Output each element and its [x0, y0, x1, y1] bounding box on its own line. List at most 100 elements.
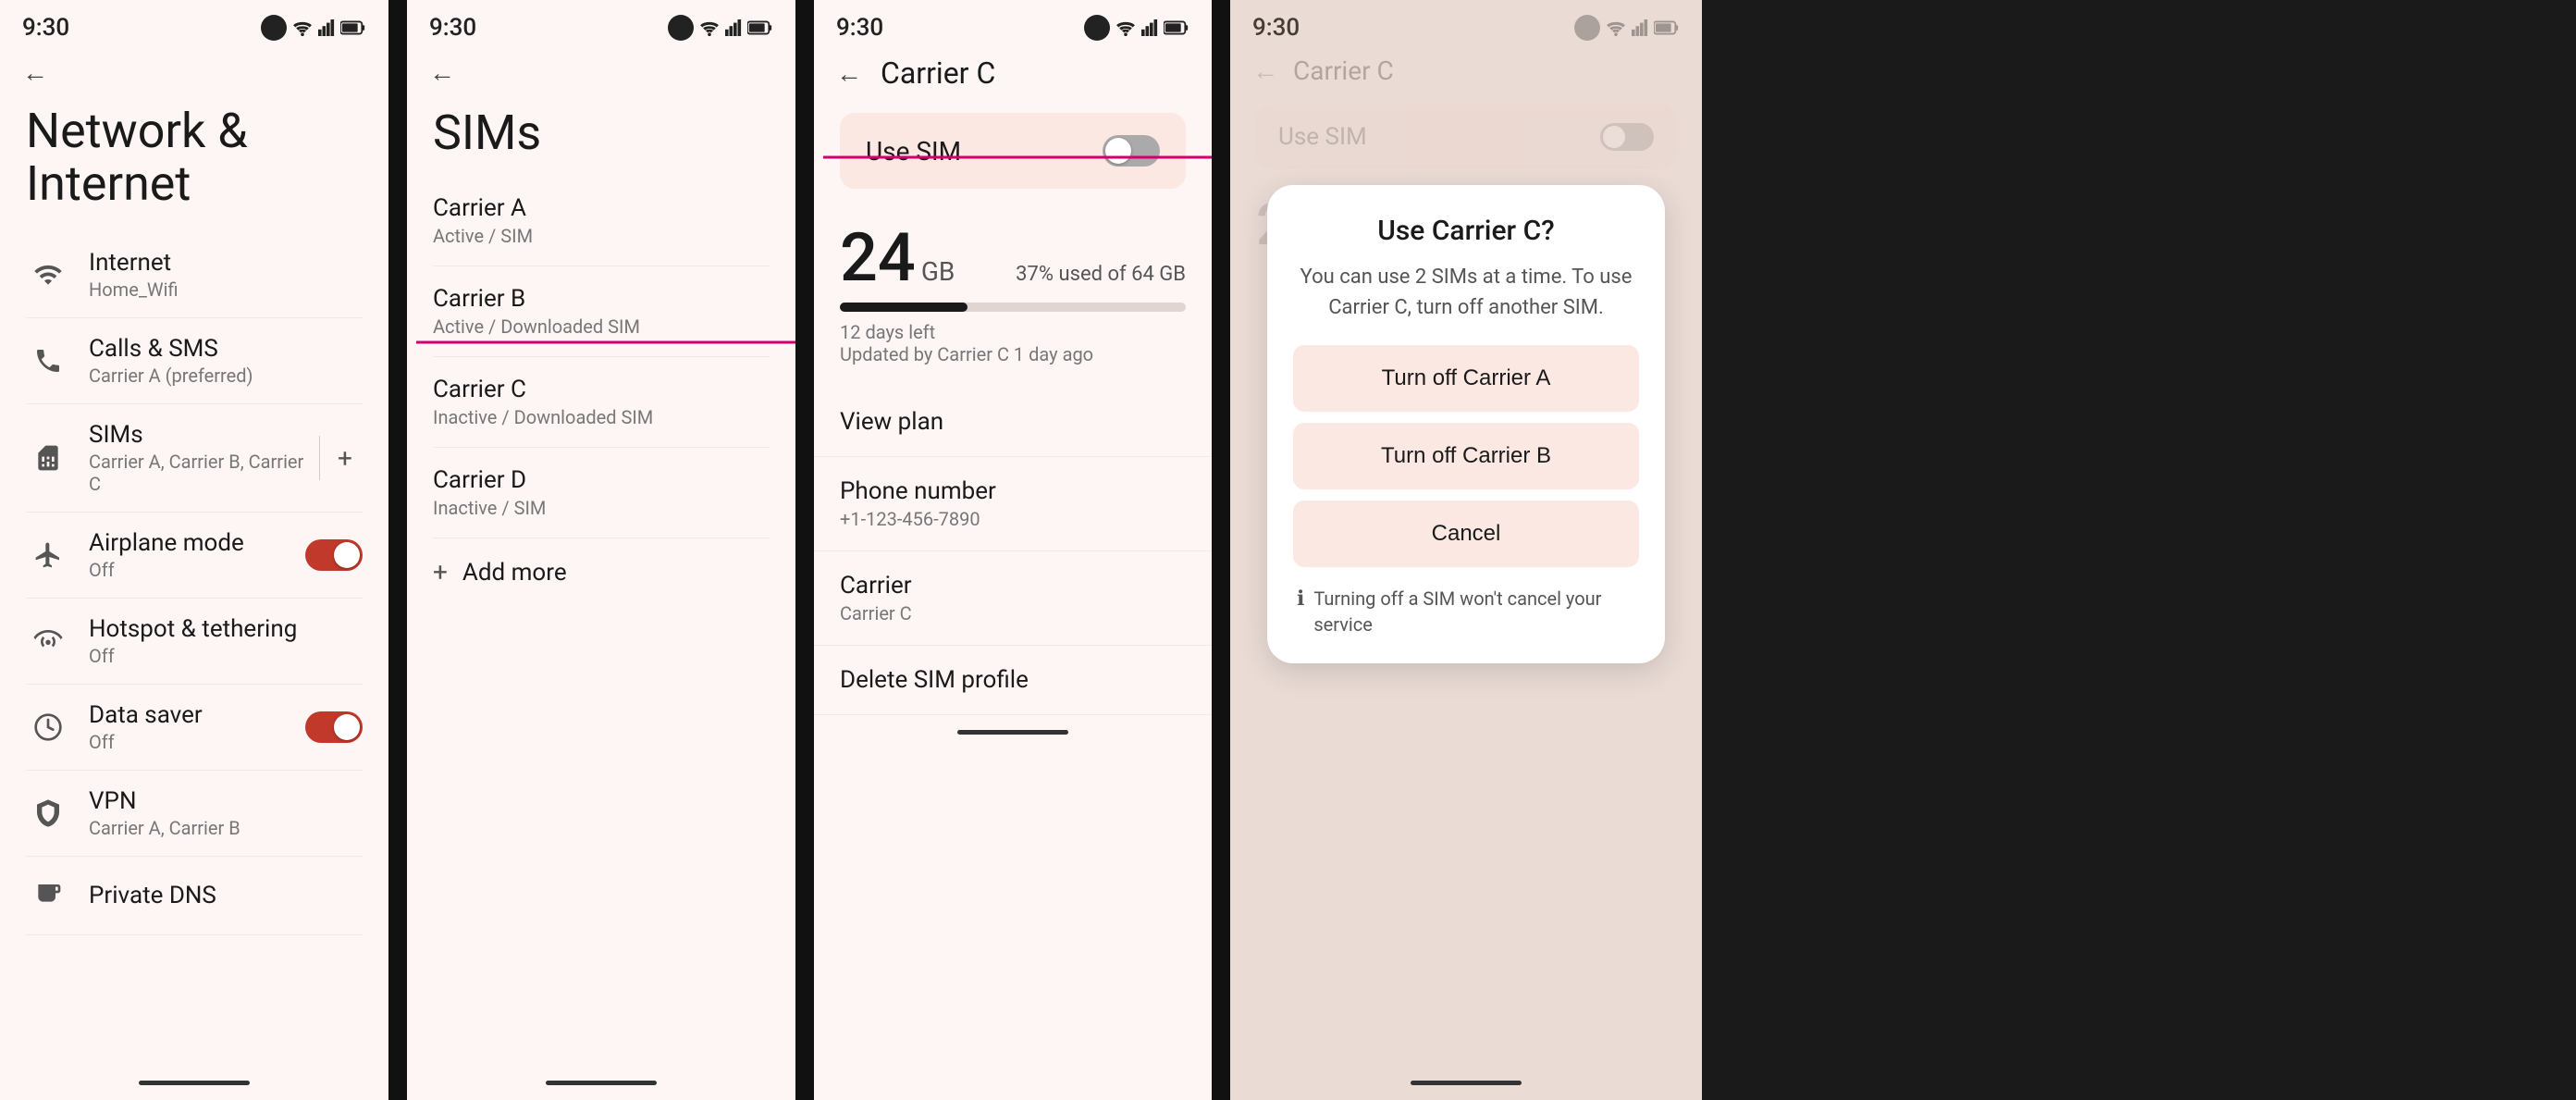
camera-dot-1	[261, 15, 287, 41]
status-icons-2	[668, 15, 773, 41]
carrier-c-header: ← Carrier C	[814, 48, 1212, 98]
settings-item-airplane[interactable]: Airplane mode Off	[26, 513, 363, 599]
back-button-2[interactable]: ←	[407, 48, 795, 97]
airplane-subtitle: Off	[89, 559, 305, 581]
vpn-text: VPN Carrier A, Carrier B	[89, 787, 363, 839]
data-saver-title: Data saver	[89, 701, 305, 729]
calls-sms-subtitle: Carrier A (preferred)	[89, 365, 363, 387]
data-section: 24 GB 37% used of 64 GB 12 days left Upd…	[814, 204, 1212, 380]
settings-item-private-dns[interactable]: Private DNS	[26, 857, 363, 935]
dialog-footer-text: Turning off a SIM won't cancel your serv…	[1313, 586, 1635, 637]
bottom-bar-3	[814, 715, 1212, 749]
home-indicator-2	[546, 1081, 657, 1085]
data-bar-fill	[840, 303, 968, 312]
battery-status-icon	[340, 20, 366, 35]
status-bar-1: 9:30	[0, 0, 388, 48]
data-saver-toggle-knob	[334, 714, 360, 740]
phone-number-value: +1-123-456-7890	[840, 508, 1186, 530]
use-sim-toggle[interactable]	[1103, 135, 1160, 167]
battery-status-icon-3	[1164, 20, 1189, 35]
carrier-b-name: Carrier B	[433, 285, 770, 313]
data-bar-background	[840, 303, 1186, 312]
vpn-icon	[26, 791, 70, 835]
data-saver-icon	[26, 705, 70, 749]
separator-2	[795, 0, 814, 1100]
carrier-c-status: Inactive / Downloaded SIM	[433, 406, 770, 428]
sims-title: SIMs	[433, 105, 770, 161]
back-button-1[interactable]: ←	[0, 48, 388, 97]
wifi-status-icon-2	[699, 19, 720, 36]
carrier-d-status: Inactive / SIM	[433, 497, 770, 519]
wifi-status-icon-3	[1115, 19, 1136, 36]
carrier-item[interactable]: Carrier Carrier C	[814, 551, 1212, 646]
camera-dot-3	[1084, 15, 1110, 41]
vpn-title: VPN	[89, 787, 363, 815]
dialog-title: Use Carrier C?	[1293, 215, 1639, 247]
carrier-label: Carrier	[840, 572, 1186, 599]
add-sim-button[interactable]: +	[327, 440, 363, 476]
carrier-c-item[interactable]: Carrier C Inactive / Downloaded SIM	[433, 357, 770, 448]
add-more-icon: +	[433, 557, 448, 587]
settings-item-vpn[interactable]: VPN Carrier A, Carrier B	[26, 771, 363, 857]
home-indicator-1	[139, 1081, 250, 1085]
battery-status-icon-2	[747, 20, 773, 35]
data-saver-text: Data saver Off	[89, 701, 305, 753]
status-icons-3	[1084, 15, 1189, 41]
status-icons-1	[261, 15, 366, 41]
back-arrow-icon-2: ←	[429, 57, 455, 88]
carrier-c-name: Carrier C	[433, 376, 770, 403]
calls-sms-title: Calls & SMS	[89, 335, 363, 363]
data-amount: 24 GB 37% used of 64 GB	[840, 218, 1186, 297]
separator-1	[388, 0, 407, 1100]
updated-by: Updated by Carrier C 1 day ago	[840, 343, 1186, 365]
turn-off-carrier-b-button[interactable]: Turn off Carrier B	[1293, 423, 1639, 489]
carrier-a-name: Carrier A	[433, 194, 770, 222]
settings-item-sims[interactable]: SIMs Carrier A, Carrier B, Carrier C +	[26, 404, 363, 513]
signal-status-icon-2	[725, 19, 742, 36]
internet-title: Internet	[89, 249, 363, 277]
wifi-icon	[26, 253, 70, 297]
status-bar-2: 9:30	[407, 0, 795, 48]
add-more-item[interactable]: + Add more	[433, 538, 770, 606]
delete-sim-label: Delete SIM profile	[840, 666, 1186, 694]
back-arrow-icon-3[interactable]: ←	[836, 58, 862, 89]
data-saver-subtitle: Off	[89, 731, 305, 753]
data-usage-right: 37% used of 64 GB	[1016, 263, 1186, 286]
cancel-button[interactable]: Cancel	[1293, 501, 1639, 567]
settings-item-internet[interactable]: Internet Home_Wifi	[26, 232, 363, 318]
info-icon: ℹ	[1297, 587, 1304, 611]
dns-icon	[26, 873, 70, 918]
carrier-d-item[interactable]: Carrier D Inactive / SIM	[433, 448, 770, 538]
hotspot-subtitle: Off	[89, 645, 363, 667]
carrier-b-item[interactable]: Carrier B Active / Downloaded SIM	[433, 266, 770, 357]
dialog-body: You can use 2 SIMs at a time. To use Car…	[1293, 262, 1639, 323]
carrier-a-status: Active / SIM	[433, 225, 770, 247]
signal-status-icon	[318, 19, 335, 36]
days-left: 12 days left	[840, 321, 1186, 343]
use-sim-card[interactable]: Use SIM	[840, 113, 1186, 189]
network-internet-content: Network & Internet Internet Home_Wifi Ca…	[0, 97, 388, 1066]
status-time-2: 9:30	[429, 14, 476, 42]
home-indicator-3	[957, 730, 1068, 735]
carrier-a-item[interactable]: Carrier A Active / SIM	[433, 176, 770, 266]
carrier-d-name: Carrier D	[433, 466, 770, 494]
airplane-text: Airplane mode Off	[89, 529, 305, 581]
settings-item-hotspot[interactable]: Hotspot & tethering Off	[26, 599, 363, 685]
carrier-value: Carrier C	[840, 602, 1186, 624]
turn-off-carrier-a-button[interactable]: Turn off Carrier A	[1293, 345, 1639, 412]
data-number: 24	[840, 218, 916, 297]
view-plan-item[interactable]: View plan	[814, 388, 1212, 457]
settings-item-calls-sms[interactable]: Calls & SMS Carrier A (preferred)	[26, 318, 363, 404]
internet-text: Internet Home_Wifi	[89, 249, 363, 301]
sim-icon	[26, 436, 70, 480]
settings-item-data-saver[interactable]: Data saver Off	[26, 685, 363, 771]
phone-number-item[interactable]: Phone number +1-123-456-7890	[814, 457, 1212, 551]
home-indicator-4	[1411, 1081, 1522, 1085]
signal-status-icon-3	[1141, 19, 1158, 36]
delete-sim-item[interactable]: Delete SIM profile	[814, 646, 1212, 715]
airplane-toggle[interactable]	[305, 539, 363, 571]
data-saver-toggle[interactable]	[305, 711, 363, 743]
separator-3	[1212, 0, 1230, 1100]
private-dns-text: Private DNS	[89, 882, 363, 909]
sim-divider: +	[319, 436, 363, 480]
